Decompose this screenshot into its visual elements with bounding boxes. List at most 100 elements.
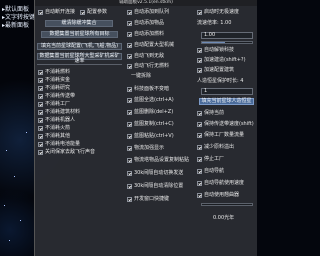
no-other-checkbox[interactable] (38, 134, 43, 139)
option-label: 自动解锁科技 (204, 47, 235, 53)
auto-fly-nofuel-checkbox[interactable] (127, 64, 132, 69)
option-label: 不消耗建筑材料 (45, 109, 81, 115)
no-money-checkbox[interactable] (38, 78, 43, 83)
hotkey-checkbox[interactable] (127, 171, 132, 176)
divider (37, 64, 122, 65)
no-factory-checkbox[interactable] (38, 102, 43, 107)
set-miner-button[interactable]: 数据集置当前星球所大型采矿机采矿速率 (37, 53, 122, 64)
star-protect-input[interactable]: 1 (201, 88, 253, 95)
hotkey-checkbox[interactable] (127, 134, 132, 139)
warp-distance-slider[interactable] (201, 203, 253, 206)
option-label: 不消耗传送带 (45, 93, 76, 99)
no-fuel-checkbox[interactable] (38, 70, 43, 75)
left-side-menu: ▸默认面板 ▸文字转按键 ▸最新面板 (2, 6, 35, 30)
option-label: 自动添加物品 (134, 20, 165, 26)
auto-queue-checkbox[interactable] (127, 10, 132, 15)
option-label: 自动导航使用速度 (204, 180, 245, 186)
hotkey-checkbox[interactable] (127, 98, 132, 103)
auto-fuel-checkbox[interactable] (127, 32, 132, 37)
speed-slider[interactable] (201, 41, 253, 44)
option-label: 不消耗工厂 (45, 101, 71, 107)
option-label: 蓝图删除(del+Z) (134, 109, 174, 115)
speed-label: 流速倍率: 1.00 (197, 20, 232, 26)
side-menu-item[interactable]: ▸默认面板 (2, 6, 35, 14)
option-label: 自动使用翘曲器 (204, 192, 240, 198)
hotkey-checkbox[interactable] (127, 184, 132, 189)
no-material-checkbox[interactable] (38, 110, 43, 115)
option-label: 加速配置建筑 (204, 67, 235, 73)
config-params-checkbox[interactable] (80, 10, 85, 15)
clear-cache-button[interactable]: 缓清除缓冲集合 (45, 20, 113, 27)
no-rocket-checkbox[interactable] (38, 126, 43, 131)
side-menu-item[interactable]: ▸文字转按键 (2, 14, 35, 22)
no-belt-checkbox[interactable] (38, 94, 43, 99)
unlock-tech-checkbox[interactable] (197, 48, 202, 53)
auto-disconnect-label: 自动断开连接 (45, 9, 76, 15)
auto-nav-speed-checkbox[interactable] (197, 181, 202, 186)
option-label: 停止工厂 (204, 156, 225, 162)
stop-factory-checkbox[interactable] (197, 157, 202, 162)
option-label: 物流加强显示 (134, 145, 165, 151)
option-label: 不消耗火箭 (45, 125, 71, 131)
star-protect-label: 人造恒星保护时长: 4 (197, 78, 244, 84)
option-label: 减少原料溢出 (204, 144, 235, 150)
option-label: 自动飞到无敌 (134, 53, 165, 59)
auto-fly-checkbox[interactable] (127, 54, 132, 59)
auto-items-checkbox[interactable] (127, 21, 132, 26)
option-label: 开发窗口快捷键 (134, 196, 170, 202)
one-click-remove-button[interactable]: 一键拆除 (131, 73, 151, 79)
auto-nav-checkbox[interactable] (197, 169, 202, 174)
speed-input[interactable]: 1.00 (201, 32, 253, 39)
warp-distance-value: 0.00光年 (213, 215, 235, 221)
auto-stack-checkbox[interactable] (197, 10, 202, 15)
option-label: 自动导航 (204, 168, 225, 174)
star-dot (9, 240, 10, 241)
no-battery-checkbox[interactable] (38, 142, 43, 147)
option-label: 自动添加到队列 (134, 9, 170, 15)
auto-machine-checkbox[interactable] (127, 43, 132, 48)
option-label: 科技面板不变暗 (134, 86, 170, 92)
option-label: 自动添加燃料 (134, 31, 165, 37)
option-label: 不消耗资金 (45, 77, 71, 83)
hotkey-checkbox[interactable] (127, 110, 132, 115)
option-label: 自动飞行无燃料 (134, 63, 170, 69)
helper-panel-window: 辅助面板v2.5.1(en.stkm) 自动断开连接 配置参数 缓清除缓冲集合 … (34, 0, 257, 256)
option-label: 自动配置大型机械 (134, 42, 175, 48)
option-label: 加速建造(shift+?) (204, 57, 246, 63)
option-label: 保持传送带速度(shift) (204, 121, 254, 127)
no-research-checkbox[interactable] (38, 86, 43, 91)
fetch-data-button[interactable]: 数据集置当前星球所有目标 (41, 31, 118, 38)
fast-build-checkbox[interactable] (197, 58, 202, 63)
option-label: 不消耗机器人 (45, 117, 76, 123)
hotkey-checkbox[interactable] (127, 146, 132, 151)
hotkey-checkbox[interactable] (127, 197, 132, 202)
config-params-label: 配置参数 (87, 9, 108, 15)
keep-factory-flow-checkbox[interactable] (197, 133, 202, 138)
option-label: 启动时无极速度 (204, 9, 240, 15)
hotkey-checkbox[interactable] (127, 122, 132, 127)
option-label: 30k间隔自动切换发送 (134, 170, 184, 176)
auto-disconnect-checkbox[interactable] (38, 10, 43, 15)
reduce-overflow-checkbox[interactable] (197, 145, 202, 150)
star-dot (4, 205, 5, 206)
option-label: 保持工厂数量流量 (204, 132, 245, 138)
keep-belt-speed-checkbox[interactable] (197, 122, 202, 127)
auto-warp-checkbox[interactable] (197, 193, 202, 198)
option-label: 蓝图粘贴(ctrl+V) (134, 133, 174, 139)
keep-current-checkbox[interactable] (197, 111, 202, 116)
option-label: 不消耗电池能量 (45, 141, 81, 147)
option-label: 蓝图复制(ctrl+C) (134, 121, 174, 127)
hotkey-checkbox[interactable] (127, 158, 132, 163)
option-label: 关闭保家去敌飞行声音 (45, 149, 96, 155)
side-menu-item[interactable]: ▸最新面板 (2, 22, 35, 30)
star-dot (14, 176, 15, 177)
fast-config-checkbox[interactable] (197, 68, 202, 73)
option-label: 30k间隔自动清除位置 (134, 183, 184, 189)
science-panel-checkbox[interactable] (127, 87, 132, 92)
no-robot-checkbox[interactable] (38, 118, 43, 123)
option-label: 不消耗其他 (45, 133, 71, 139)
star-dot (26, 132, 27, 133)
mute-sound-checkbox[interactable] (38, 150, 43, 155)
fill-planets-button[interactable]: 填充当前星球配置(飞机,飞船,物品) (37, 43, 122, 50)
fill-star-button[interactable]: 填充当前星球人造恒星 (199, 98, 254, 105)
